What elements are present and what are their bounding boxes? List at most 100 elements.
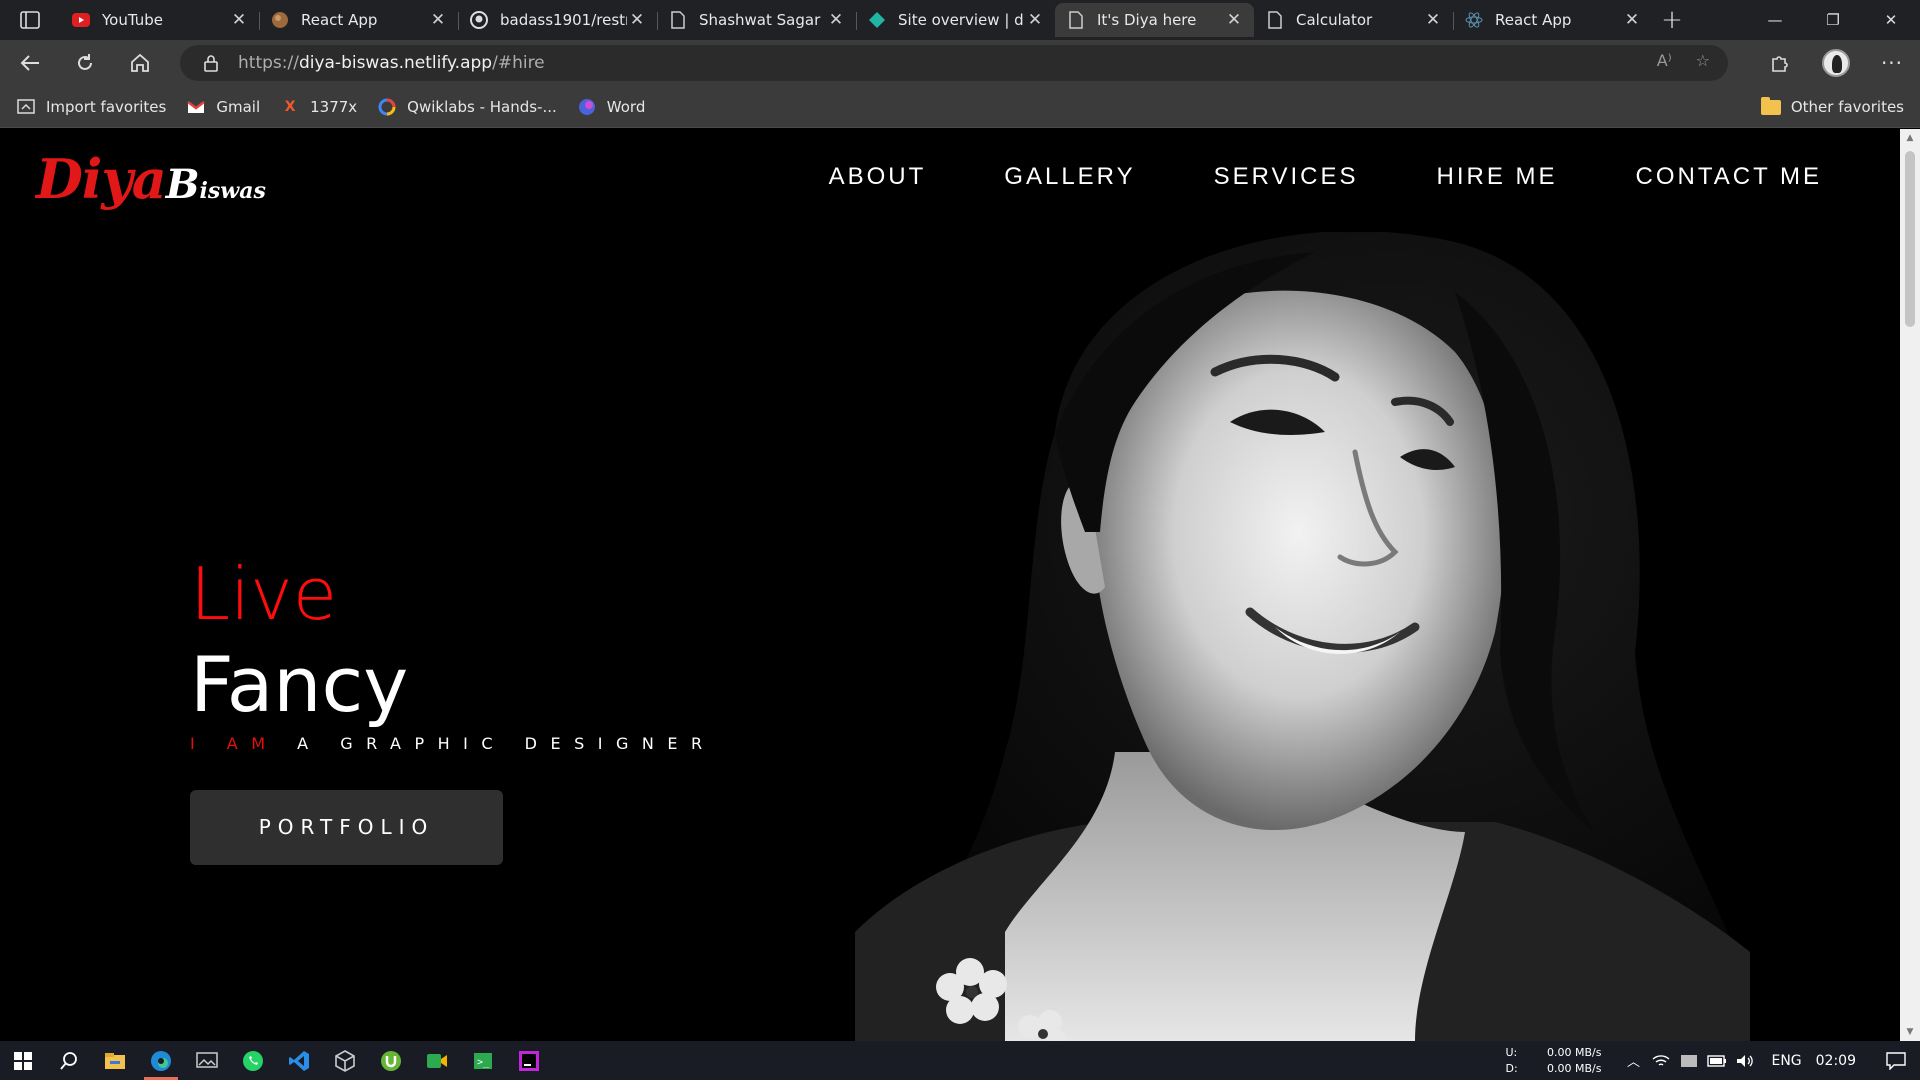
tab-github[interactable]: badass1901/restr ✕ — [458, 3, 657, 37]
tagline-white: A GRAPHIC DESIGNER — [297, 734, 716, 753]
taskbar-3d-app[interactable] — [322, 1041, 368, 1080]
system-tray: U: D: 0.00 MB/s 0.00 MB/s ︿ ENG 02:09 — [1505, 1041, 1920, 1080]
tab-shashwat-sagar[interactable]: Shashwat Sagar ✕ — [657, 3, 856, 37]
upload-label: U: — [1505, 1045, 1518, 1059]
tab-title: Shashwat Sagar — [699, 11, 821, 29]
portfolio-page: DiyaBiswas ABOUT GALLERY SERVICES HIRE M… — [0, 129, 1900, 1041]
logo-last-name: Biswas — [166, 161, 266, 208]
tab-actions-icon — [20, 11, 40, 29]
tab-netlify-site-overview[interactable]: Site overview | diy ✕ — [856, 3, 1055, 37]
close-tab-icon[interactable]: ✕ — [428, 10, 448, 30]
logo-last-initial: B — [165, 161, 200, 208]
tab-react-app[interactable]: React App ✕ — [259, 3, 458, 37]
notifications-icon[interactable] — [1882, 1051, 1910, 1070]
taskbar-terminal-app[interactable]: >_ — [460, 1041, 506, 1080]
edge-browser-icon — [151, 1050, 171, 1071]
window-controls: — ❐ ✕ — [1746, 0, 1920, 40]
minimize-button[interactable]: — — [1746, 0, 1804, 40]
favorite-1377x[interactable]: X 1377x — [280, 98, 357, 116]
close-tab-icon[interactable]: ✕ — [229, 10, 249, 30]
favorite-import[interactable]: Import favorites — [16, 98, 166, 116]
taskbar-whatsapp[interactable] — [230, 1041, 276, 1080]
wifi-icon[interactable] — [1647, 1054, 1675, 1068]
taskbar-search-button[interactable] — [46, 1041, 92, 1080]
favorite-gmail[interactable]: Gmail — [186, 98, 260, 116]
show-hidden-icons-chevron-icon[interactable]: ︿ — [1619, 1051, 1647, 1070]
home-button[interactable] — [115, 43, 165, 83]
other-favorites[interactable]: Other favorites — [1760, 86, 1904, 128]
battery-icon[interactable] — [1703, 1054, 1731, 1067]
taskbar-photos-app[interactable] — [184, 1041, 230, 1080]
puzzle-icon — [1772, 56, 1788, 72]
close-tab-icon[interactable]: ✕ — [826, 10, 846, 30]
restore-icon: ❐ — [1826, 11, 1840, 29]
download-label: D: — [1505, 1061, 1518, 1075]
site-logo[interactable]: DiyaBiswas — [36, 147, 266, 211]
nav-about[interactable]: ABOUT — [829, 163, 927, 191]
close-window-button[interactable]: ✕ — [1862, 0, 1920, 40]
taskbar-file-explorer[interactable] — [92, 1041, 138, 1080]
add-favorite-star-icon[interactable]: ☆ — [1696, 51, 1710, 70]
react-icon — [1465, 11, 1483, 29]
profile-button[interactable] — [1808, 49, 1864, 77]
address-bar[interactable]: https://diya-biswas.netlify.app/#hire A⁾… — [180, 45, 1728, 81]
react-app-icon — [271, 11, 289, 29]
scroll-up-arrow-icon[interactable]: ▲ — [1900, 129, 1920, 147]
taskbar-utorrent[interactable] — [368, 1041, 414, 1080]
portfolio-button[interactable]: PORTFOLIO — [190, 790, 503, 865]
scrollbar-thumb[interactable] — [1905, 151, 1915, 327]
start-button[interactable] — [0, 1041, 46, 1080]
taskbar-edge[interactable] — [138, 1041, 184, 1080]
refresh-icon — [78, 54, 92, 70]
page-scrollbar[interactable]: ▲ ▼ — [1900, 129, 1920, 1041]
close-tab-icon[interactable]: ✕ — [627, 10, 647, 30]
taskbar-vscode[interactable] — [276, 1041, 322, 1080]
close-tab-icon[interactable]: ✕ — [1025, 10, 1045, 30]
tab-title: Site overview | diy — [898, 11, 1025, 29]
back-button[interactable] — [5, 43, 55, 83]
favorite-word[interactable]: Word — [577, 98, 645, 116]
tab-react-app-2[interactable]: React App ✕ — [1453, 3, 1652, 37]
tab-actions-menu-button[interactable] — [0, 0, 60, 40]
new-tab-button[interactable]: + — [1652, 0, 1692, 40]
url-host: diya-biswas.netlify.app — [298, 53, 493, 73]
read-aloud-icon[interactable]: A⁾ — [1657, 51, 1672, 70]
clock[interactable]: 02:09 — [1816, 1053, 1856, 1069]
profile-photo — [855, 232, 1750, 1041]
tab-title: YouTube — [102, 11, 163, 29]
toolbar-right-actions: ··· — [1752, 40, 1920, 86]
nav-gallery[interactable]: GALLERY — [1004, 163, 1135, 191]
other-favorites-label: Other favorites — [1790, 98, 1904, 116]
input-language[interactable]: ENG — [1771, 1053, 1801, 1069]
url-scheme: https:// — [238, 53, 299, 73]
tab-calculator[interactable]: Calculator ✕ — [1254, 3, 1453, 37]
back-arrow-icon — [20, 55, 39, 71]
tab-youtube[interactable]: YouTube ✕ — [60, 3, 259, 37]
tab-its-diya-here[interactable]: It's Diya here ✕ — [1055, 3, 1254, 37]
restore-button[interactable]: ❐ — [1804, 0, 1862, 40]
nav-contact-me[interactable]: CONTACT ME — [1636, 163, 1822, 191]
close-tab-icon[interactable]: ✕ — [1224, 10, 1244, 30]
nav-services[interactable]: SERVICES — [1214, 163, 1359, 191]
3d-cube-icon — [335, 1049, 355, 1072]
scroll-down-arrow-icon[interactable]: ▼ — [1900, 1023, 1920, 1041]
terminal-icon: >_ — [474, 1052, 492, 1069]
favorite-label: Gmail — [216, 97, 261, 116]
display-icon[interactable] — [1675, 1054, 1703, 1068]
tab-title: React App — [1495, 11, 1572, 29]
nav-hire-me[interactable]: HIRE ME — [1437, 163, 1558, 191]
tab-list: YouTube ✕ React App ✕ badass1901/restr ✕… — [60, 0, 1652, 40]
taskbar-jetbrains-app[interactable] — [506, 1041, 552, 1080]
lock-icon[interactable] — [200, 52, 222, 74]
gmail-icon — [186, 98, 206, 116]
favorite-qwiklabs[interactable]: Qwiklabs - Hands-... — [377, 98, 557, 116]
url-text[interactable]: https://diya-biswas.netlify.app/#hire — [238, 53, 545, 73]
taskbar-meet-app[interactable] — [414, 1041, 460, 1080]
close-icon: ✕ — [1884, 11, 1898, 29]
extensions-button[interactable] — [1752, 52, 1808, 74]
refresh-button[interactable] — [60, 43, 110, 83]
volume-icon[interactable] — [1731, 1054, 1759, 1068]
settings-more-button[interactable]: ··· — [1864, 51, 1920, 75]
close-tab-icon[interactable]: ✕ — [1423, 10, 1443, 30]
close-tab-icon[interactable]: ✕ — [1622, 10, 1642, 30]
